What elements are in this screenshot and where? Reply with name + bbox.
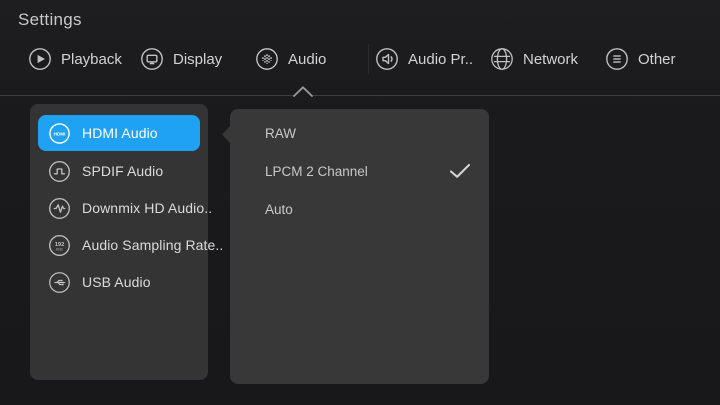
tab-other[interactable]: Other (605, 45, 676, 73)
check-icon (449, 163, 471, 179)
tab-label: Other (638, 51, 676, 68)
hdmi-audio-options: RAW LPCM 2 Channel Auto (230, 109, 489, 384)
list-item-usb-audio[interactable]: USB Audio (38, 264, 200, 300)
list-item-label: USB Audio (82, 274, 151, 290)
list-item-label: HDMI Audio (82, 125, 158, 141)
waveform-icon (48, 197, 71, 220)
hdmi-icon: HDMI (48, 122, 71, 145)
menu-icon (605, 47, 629, 71)
tab-label: Display (173, 51, 222, 68)
list-item-label: SPDIF Audio (82, 163, 163, 179)
tab-label: Playback (61, 51, 122, 68)
tab-audio-pr[interactable]: Audio Pr.. (375, 45, 473, 73)
speaker-icon (375, 47, 399, 71)
globe-icon (490, 47, 514, 71)
equalizer-icon (255, 47, 279, 71)
list-item-audio-sampling-rate[interactable]: 192 KHz Audio Sampling Rate.. (38, 227, 200, 263)
page-title: Settings (18, 10, 82, 30)
option-label: RAW (265, 126, 296, 141)
active-tab-caret (293, 86, 313, 97)
usb-icon (48, 271, 71, 294)
list-item-spdif-audio[interactable]: SPDIF Audio (38, 153, 200, 189)
tab-label: Audio Pr.. (408, 51, 473, 68)
display-icon (140, 47, 164, 71)
option-label: LPCM 2 Channel (265, 164, 368, 179)
tab-audio[interactable]: Audio (255, 45, 326, 73)
play-icon (28, 47, 52, 71)
svg-text:HDMI: HDMI (54, 131, 66, 136)
spdif-icon (48, 160, 71, 183)
list-item-label: Downmix HD Audio.. (82, 200, 212, 216)
sampling-rate-icon: 192 KHz (48, 234, 71, 257)
option-lpcm-2-channel[interactable]: LPCM 2 Channel (230, 152, 489, 190)
svg-text:KHz: KHz (56, 247, 63, 251)
tab-display[interactable]: Display (140, 45, 222, 73)
option-raw[interactable]: RAW (230, 114, 489, 152)
tab-separator (368, 44, 369, 74)
list-item-label: Audio Sampling Rate.. (82, 237, 223, 253)
tab-label: Network (523, 51, 578, 68)
option-auto[interactable]: Auto (230, 190, 489, 228)
tabbar-divider (0, 95, 720, 96)
list-item-hdmi-audio[interactable]: HDMI HDMI Audio (38, 115, 200, 151)
option-label: Auto (265, 202, 293, 217)
tab-label: Audio (288, 51, 326, 68)
tab-playback[interactable]: Playback (28, 45, 122, 73)
audio-settings-list: HDMI HDMI Audio SPDIF Audio Downmix HD A… (30, 104, 208, 380)
settings-screen: Settings Playback Display Aud (0, 0, 720, 405)
tab-network[interactable]: Network (490, 45, 578, 73)
list-item-downmix-hd-audio[interactable]: Downmix HD Audio.. (38, 190, 200, 226)
